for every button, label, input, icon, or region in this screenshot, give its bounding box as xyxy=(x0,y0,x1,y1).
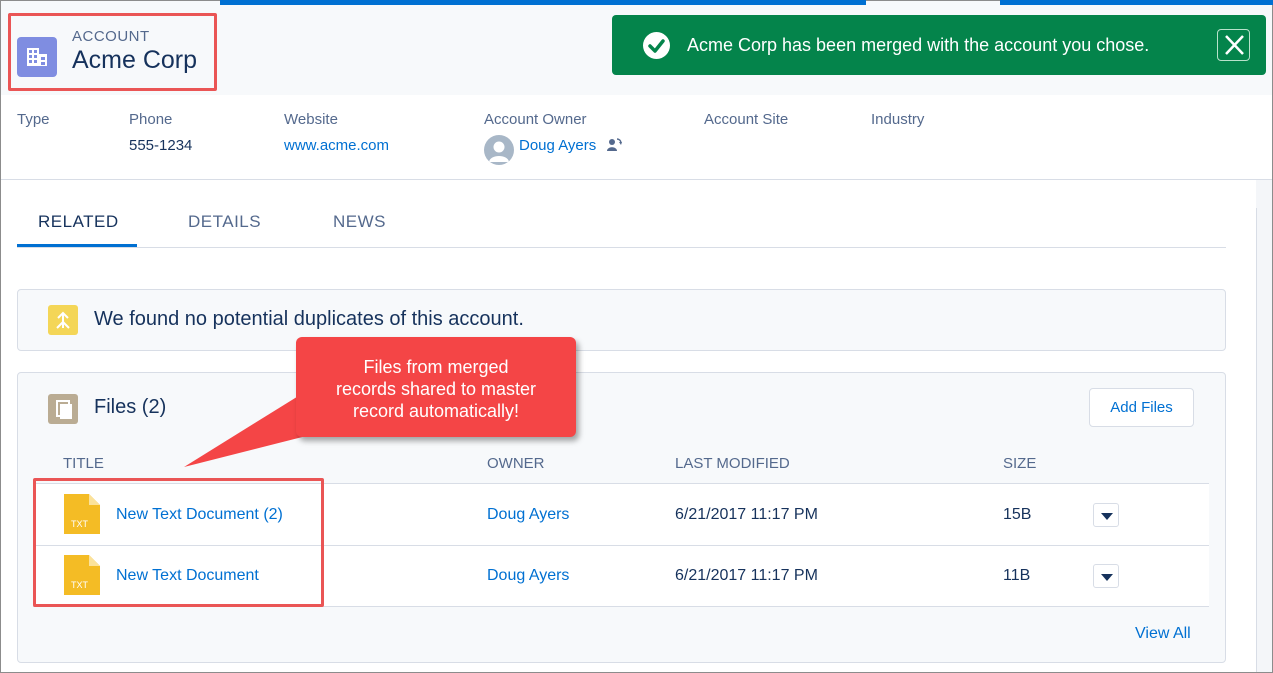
change-owner-icon[interactable] xyxy=(606,137,622,153)
callout-text-line: records shared to master xyxy=(335,379,537,399)
callout-text-line: record automatically! xyxy=(352,401,520,421)
column-header-size: SIZE xyxy=(1003,455,1037,472)
column-header-owner: OWNER xyxy=(487,455,545,472)
row-actions-dropdown[interactable] xyxy=(1093,503,1119,527)
success-check-icon xyxy=(643,32,670,59)
file-owner-link[interactable]: Doug Ayers xyxy=(487,567,569,585)
file-size: 11B xyxy=(1003,567,1031,584)
industry-label: Industry xyxy=(871,111,925,128)
close-icon[interactable] xyxy=(1217,29,1250,61)
chevron-down-icon xyxy=(1101,574,1113,581)
avatar xyxy=(484,135,514,165)
account-owner-link[interactable]: Doug Ayers xyxy=(519,137,596,154)
scrollbar-track xyxy=(1256,208,1257,672)
annotation-callout: Files from merged records shared to mast… xyxy=(296,337,576,437)
success-toast: Acme Corp has been merged with the accou… xyxy=(612,15,1266,75)
file-size: 15B xyxy=(1003,506,1032,523)
file-last-modified: 6/21/2017 11:17 PM xyxy=(675,567,818,584)
column-header-last-modified: LAST MODIFIED xyxy=(675,455,790,472)
top-accent-bar xyxy=(1000,0,1273,5)
row-actions-dropdown[interactable] xyxy=(1093,564,1119,588)
chevron-down-icon xyxy=(1101,513,1113,520)
toast-message: Acme Corp has been merged with the accou… xyxy=(687,35,1150,55)
callout-text-line: Files from merged xyxy=(363,357,509,377)
file-owner-link[interactable]: Doug Ayers xyxy=(487,506,569,524)
add-files-button[interactable]: Add Files xyxy=(1089,388,1194,427)
file-last-modified: 6/21/2017 11:17 PM xyxy=(675,506,818,523)
annotation-highlight-box xyxy=(33,478,324,607)
account-owner-label: Account Owner xyxy=(484,111,587,128)
view-all-link[interactable]: View All xyxy=(1135,625,1191,643)
account-site-label: Account Site xyxy=(704,111,789,128)
